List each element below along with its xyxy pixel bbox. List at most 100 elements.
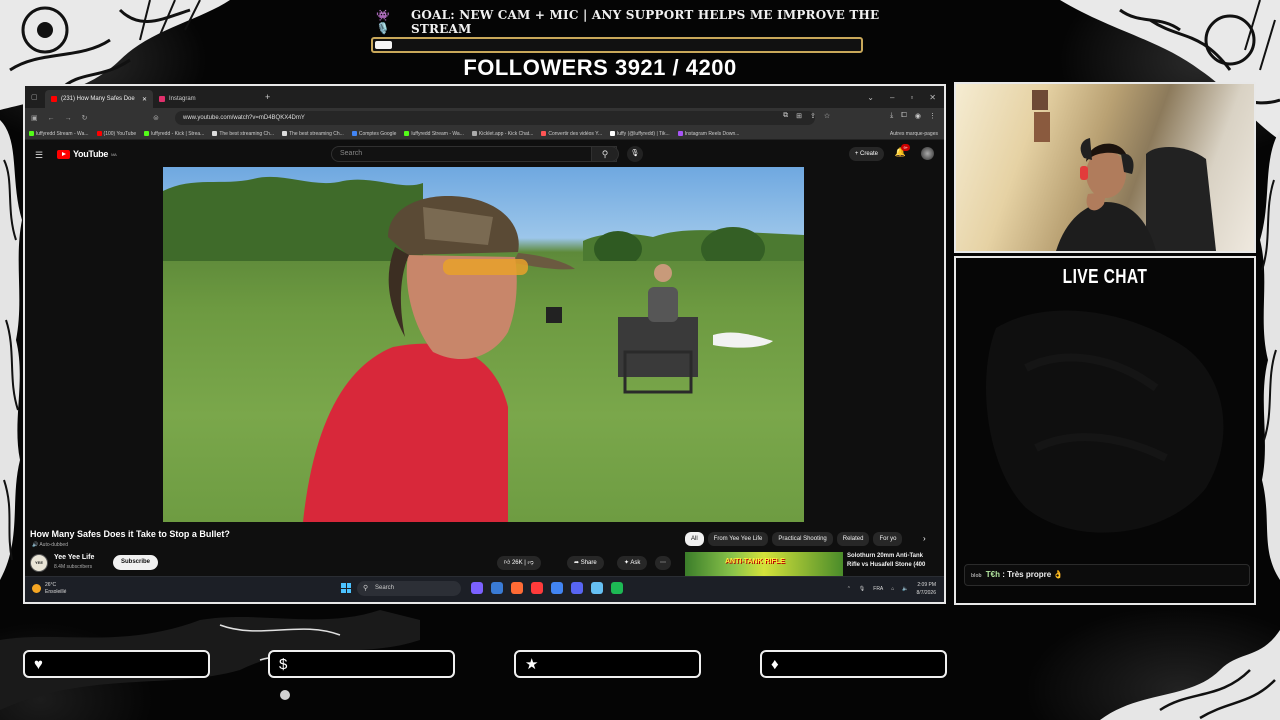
close-window-icon[interactable]: ✕: [929, 93, 936, 102]
address-bar[interactable]: www.youtube.com/watch?v=mD4BQKX4DmY: [175, 111, 815, 125]
maximize-icon[interactable]: ▫: [910, 93, 913, 102]
thumbs-up-icon: 👍︎: [504, 560, 511, 566]
related-video-title[interactable]: Solothurn 20mm Anti-Tank Rifle vs Husafe…: [847, 552, 937, 570]
profile-icon[interactable]: ◉: [915, 112, 921, 120]
create-label: Create: [859, 151, 878, 157]
filter-chip[interactable]: All: [685, 532, 704, 546]
share-button[interactable]: ➦ Share: [567, 556, 604, 570]
download-icon[interactable]: ⤓: [890, 112, 893, 120]
ask-button[interactable]: ✦ Ask: [617, 556, 648, 570]
auto-dubbed-label: 🔊 Auto-dubbed: [32, 542, 68, 548]
bookmark-item[interactable]: Kicklet.app - Kick Chat...: [471, 131, 533, 137]
chat-message: blob T€h : Très propre 👌: [964, 564, 1250, 586]
close-tab-icon[interactable]: ✕: [142, 96, 147, 103]
new-tab-button[interactable]: +: [265, 92, 270, 102]
menu-icon[interactable]: ⋮: [929, 112, 936, 120]
taskbar-search[interactable]: Search: [357, 581, 461, 596]
filter-chip[interactable]: Practical Shooting: [772, 532, 833, 546]
bookmark-item[interactable]: (100) YouTube: [96, 131, 136, 137]
related-video-thumbnail[interactable]: ANTI-TANK RIFLE: [685, 552, 843, 577]
filter-chip[interactable]: From Yee Yee Life: [707, 532, 769, 546]
tab-search-icon[interactable]: ⌄: [867, 93, 874, 102]
taskbar-app-icon[interactable]: [491, 582, 503, 594]
bookmark-item[interactable]: luffyredd Stream - Wa...: [404, 131, 464, 137]
channel-name[interactable]: Yee Yee Life: [54, 554, 94, 561]
other-bookmarks-folder[interactable]: Autres marque-pages: [890, 131, 944, 137]
site-info-icon[interactable]: ⊜: [153, 114, 159, 122]
clock-date: 8/7/2026: [916, 590, 936, 596]
bookmark-label: luffyredd Stream - Wa...: [36, 130, 89, 137]
live-chat-panel: LIVE CHAT blob T€h : Très propre 👌: [954, 256, 1256, 605]
network-icon[interactable]: ⌂: [891, 586, 894, 592]
translate-icon[interactable]: ⊞: [796, 112, 802, 120]
search-button[interactable]: ⚲: [591, 146, 619, 162]
weather-temperature: 26°C: [45, 582, 57, 588]
more-actions-button[interactable]: ⋯: [655, 556, 671, 570]
recommendation-chips: All From Yee Yee Life Practical Shooting Re…: [685, 532, 903, 546]
share-label: Share: [580, 560, 597, 566]
bookmark-star-icon[interactable]: ☆: [824, 112, 830, 120]
youtube-search-input[interactable]: Search: [331, 146, 617, 162]
extensions-icon[interactable]: ⧠: [901, 112, 907, 120]
window-controls: ⌄ – ▫ ✕: [867, 93, 944, 102]
taskbar-app-icon[interactable]: [591, 582, 603, 594]
filter-chip[interactable]: Related: [836, 532, 870, 546]
youtube-logo[interactable]: YouTube MA: [57, 149, 117, 159]
hamburger-menu-icon[interactable]: ☰: [35, 150, 43, 161]
like-button[interactable]: 👍︎ 26K | 👎︎: [497, 556, 541, 570]
voice-search-button[interactable]: 🎙: [627, 146, 643, 162]
chips-next-arrow-icon[interactable]: ›: [923, 534, 926, 543]
bookmark-item[interactable]: The best streaming Ch...: [282, 131, 344, 137]
youtube-header: ☰ YouTube MA Search ⚲ 🎙 + Create 🔔 9+: [25, 141, 944, 167]
bookmark-label: The best streaming Ch...: [289, 130, 344, 137]
channel-avatar[interactable]: YEE YEE: [30, 554, 48, 581]
weather-widget[interactable]: 26°C Ensoleillé: [32, 582, 66, 596]
tray-overflow-icon[interactable]: ⌃: [847, 586, 851, 592]
taskbar-apps: [471, 582, 623, 594]
browser-tab-instagram[interactable]: Instagram: [153, 90, 261, 108]
subscribe-button[interactable]: Subscribe: [113, 555, 159, 570]
bookmark-item[interactable]: luffyredd Stream - Wa...: [29, 131, 89, 137]
taskbar-app-icon[interactable]: [471, 582, 483, 594]
create-button[interactable]: + Create: [848, 147, 884, 161]
video-player[interactable]: [163, 167, 804, 522]
tab-list-icon[interactable]: ▢: [31, 93, 45, 101]
taskbar-clock[interactable]: 2:09 PM 8/7/2026: [917, 581, 936, 597]
bookmark-label: Convertir des vidéos Y...: [548, 130, 603, 137]
account-avatar[interactable]: [921, 147, 934, 160]
bookmark-label: The best streaming Ch...: [219, 130, 275, 137]
forward-icon[interactable]: →: [65, 115, 72, 122]
taskbar-app-icon[interactable]: [531, 582, 543, 594]
pip-icon[interactable]: ⧉: [783, 112, 788, 120]
bookmark-item[interactable]: Instagram Reels Down...: [677, 131, 739, 137]
manga-art-right-edge: [1260, 130, 1280, 580]
volume-icon[interactable]: 🔈: [902, 586, 908, 592]
filter-chip[interactable]: For yo: [873, 532, 903, 546]
video-letterbox: [25, 167, 163, 522]
browser-toolbar: ▣ ← → ↻ ⊜ www.youtube.com/watch?v=mD4BQK…: [25, 108, 944, 128]
browser-tab-youtube[interactable]: (231) How Many Safes Doe ✕: [45, 90, 153, 108]
reload-icon[interactable]: ↻: [82, 114, 88, 122]
back-icon[interactable]: ←: [48, 115, 55, 122]
thumbnail-text: ANTI-TANK RIFLE: [725, 558, 785, 565]
taskbar-app-icon[interactable]: [611, 582, 623, 594]
bookmark-item[interactable]: Comptes Google: [351, 131, 396, 137]
bookmark-item[interactable]: luffyredd - Kick | Strea...: [144, 131, 204, 137]
taskbar-app-icon[interactable]: [551, 582, 563, 594]
mic-tray-icon[interactable]: 🎙: [859, 586, 865, 592]
bookmark-item[interactable]: The best streaming Ch...: [212, 131, 274, 137]
bookmark-item[interactable]: luffy (@luffyredd) | Tik...: [610, 131, 670, 137]
share-page-icon[interactable]: ⇪: [810, 112, 816, 120]
goal-text: GOAL: NEW CAM + MIC | ANY SUPPORT HELPS …: [410, 8, 880, 36]
taskbar-app-icon[interactable]: [571, 582, 583, 594]
bookmark-favicon-icon: [404, 131, 410, 136]
windows-start-icon[interactable]: [341, 583, 351, 593]
bookmark-item[interactable]: Convertir des vidéos Y...: [541, 131, 602, 137]
bookmark-label: luffy (@luffyredd) | Tik...: [617, 130, 670, 137]
sidebar-icon[interactable]: ▣: [31, 114, 38, 122]
more-dots-icon: ⋯: [660, 560, 666, 566]
minimize-icon[interactable]: –: [890, 93, 894, 102]
taskbar-app-icon[interactable]: [511, 582, 523, 594]
language-indicator[interactable]: FRA: [873, 586, 883, 592]
instagram-favicon-icon: [159, 96, 165, 102]
